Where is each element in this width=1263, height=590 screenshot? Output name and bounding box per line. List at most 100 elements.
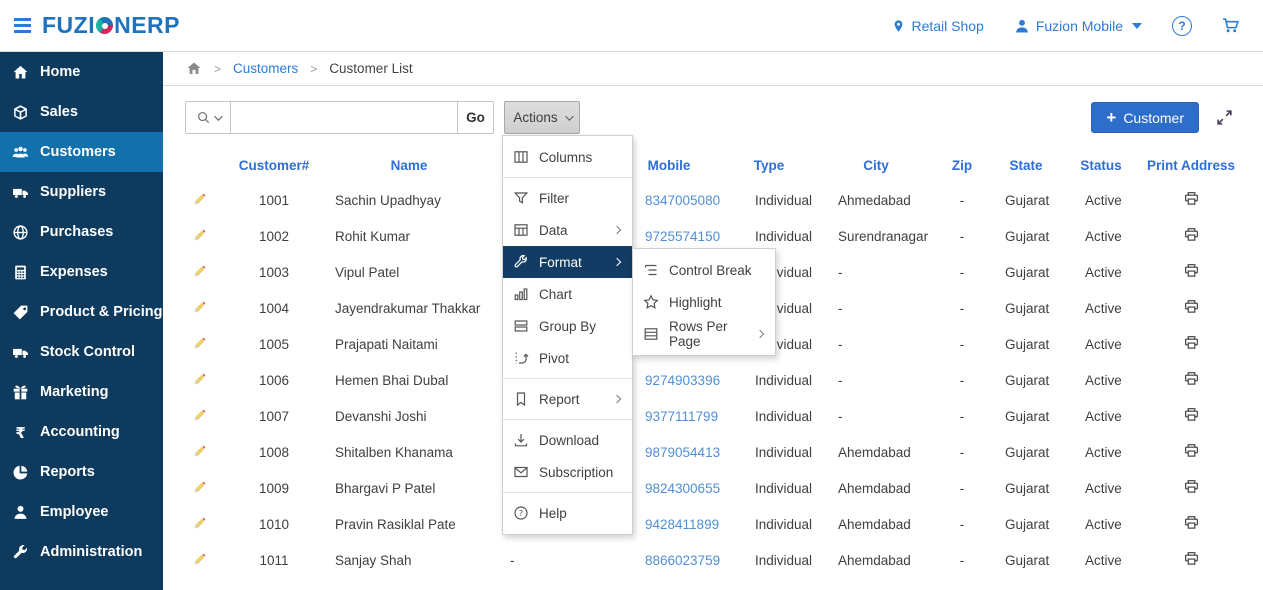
header-print-address[interactable]: Print Address [1137, 158, 1245, 173]
sidebar-item[interactable]: Reports [0, 452, 163, 492]
header-type[interactable]: Type [723, 158, 815, 173]
sidebar-item[interactable]: Home [0, 52, 163, 92]
actions-button[interactable]: Actions [504, 101, 580, 134]
actions-menu-item[interactable]: Download [503, 424, 632, 456]
hamburger-menu-icon[interactable] [0, 18, 44, 33]
edit-pencil-icon[interactable] [193, 192, 207, 209]
add-customer-label: Customer [1123, 110, 1184, 126]
format-submenu-item[interactable]: Highlight [633, 286, 775, 318]
header-zip[interactable]: Zip [937, 158, 987, 173]
customer-state: Gujarat [987, 301, 1065, 316]
header-state[interactable]: State [987, 158, 1065, 173]
print-icon[interactable] [1184, 371, 1199, 389]
print-icon[interactable] [1184, 191, 1199, 209]
menu-item-label: Control Break [669, 263, 765, 278]
add-customer-button[interactable]: + Customer [1091, 102, 1199, 133]
header-customer-number[interactable]: Customer# [215, 158, 333, 173]
header-city[interactable]: City [815, 158, 937, 173]
customer-name: Shitalben Khanama [333, 445, 485, 460]
customer-name: Bhargavi P Patel [333, 481, 485, 496]
customer-state: Gujarat [987, 553, 1065, 568]
print-icon[interactable] [1184, 407, 1199, 425]
actions-menu-item [503, 492, 632, 493]
customer-type: Individual [723, 445, 815, 460]
edit-pencil-icon[interactable] [193, 336, 207, 353]
search-options-button[interactable] [185, 101, 231, 134]
edit-pencil-icon[interactable] [193, 444, 207, 461]
actions-menu-item[interactable]: Columns [503, 141, 632, 173]
sidebar-item[interactable]: ₹ Accounting [0, 412, 163, 452]
sidebar-item[interactable]: Suppliers [0, 172, 163, 212]
sidebar-item[interactable]: Product & Pricing [0, 292, 163, 332]
customer-name: Jayendrakumar Thakkar [333, 301, 485, 316]
print-icon[interactable] [1184, 479, 1199, 497]
format-submenu-item[interactable]: Rows Per Page [633, 318, 775, 350]
user-menu[interactable]: Fuzion Mobile [1014, 18, 1142, 34]
sidebar-item[interactable]: Expenses [0, 252, 163, 292]
header-status[interactable]: Status [1065, 158, 1137, 173]
actions-menu-item[interactable]: Report [503, 383, 632, 415]
sidebar-item[interactable]: Marketing [0, 372, 163, 412]
actions-button-label: Actions [513, 110, 557, 125]
edit-pencil-icon[interactable] [193, 264, 207, 281]
customer-name: Prajapati Naitami [333, 337, 485, 352]
customer-state: Gujarat [987, 265, 1065, 280]
sidebar-item[interactable]: Administration [0, 532, 163, 572]
sidebar-item[interactable]: Customers [0, 132, 163, 172]
chevron-right-icon [756, 330, 764, 338]
print-icon[interactable] [1184, 551, 1199, 569]
actions-menu-item[interactable]: Filter [503, 182, 632, 214]
edit-pencil-icon[interactable] [193, 552, 207, 569]
edit-pencil-icon[interactable] [193, 480, 207, 497]
main-content: > Customers > Customer List Go Actions +… [163, 52, 1263, 590]
print-icon[interactable] [1184, 515, 1199, 533]
cart-button[interactable] [1222, 17, 1241, 34]
sidebar-item[interactable]: Stock Control [0, 332, 163, 372]
home-icon[interactable] [186, 61, 202, 76]
sidebar-item[interactable]: Purchases [0, 212, 163, 252]
customer-type: Individual [723, 193, 815, 208]
accounting-icon: ₹ [0, 424, 40, 441]
subscription-icon [513, 464, 529, 480]
help-icon: ? [513, 505, 529, 521]
actions-menu-item[interactable]: Chart [503, 278, 632, 310]
header-name[interactable]: Name [333, 158, 485, 173]
customer-mobile-link[interactable]: 8866023759 [615, 553, 723, 568]
print-icon[interactable] [1184, 263, 1199, 281]
print-icon[interactable] [1184, 227, 1199, 245]
store-selector[interactable]: Retail Shop [892, 18, 983, 34]
maximize-button[interactable] [1216, 109, 1233, 126]
sidebar-item[interactable]: Employee [0, 492, 163, 532]
edit-pencil-icon[interactable] [193, 516, 207, 533]
actions-menu-item[interactable]: Subscription [503, 456, 632, 488]
menu-item-label: Chart [539, 287, 622, 302]
actions-menu-item[interactable]: Group By [503, 310, 632, 342]
actions-menu-item[interactable]: Data [503, 214, 632, 246]
edit-pencil-icon[interactable] [193, 408, 207, 425]
search-input[interactable] [231, 101, 458, 134]
print-icon[interactable] [1184, 299, 1199, 317]
sidebar-item-label: Employee [40, 504, 109, 520]
customer-status: Active [1065, 301, 1137, 316]
menu-item-label: Group By [539, 319, 622, 334]
edit-pencil-icon[interactable] [193, 300, 207, 317]
store-label: Retail Shop [911, 18, 983, 34]
menu-item-label: Columns [539, 150, 622, 165]
sidebar-item[interactable]: Sales [0, 92, 163, 132]
breadcrumb-link-customers[interactable]: Customers [233, 61, 298, 76]
customer-name: Devanshi Joshi [333, 409, 485, 424]
print-icon[interactable] [1184, 335, 1199, 353]
print-icon[interactable] [1184, 443, 1199, 461]
edit-pencil-icon[interactable] [193, 372, 207, 389]
actions-menu-item[interactable]: Format [503, 246, 632, 278]
actions-menu-item [503, 378, 632, 379]
go-button[interactable]: Go [457, 101, 494, 134]
menu-item-label: Data [539, 223, 614, 238]
cart-icon [1222, 17, 1241, 34]
actions-menu-item[interactable]: Pivot [503, 342, 632, 374]
edit-pencil-icon[interactable] [193, 228, 207, 245]
actions-menu-item[interactable]: ? Help [503, 497, 632, 529]
actions-menu-item [503, 419, 632, 420]
format-submenu-item[interactable]: Control Break [633, 254, 775, 286]
help-button[interactable]: ? [1172, 16, 1192, 36]
